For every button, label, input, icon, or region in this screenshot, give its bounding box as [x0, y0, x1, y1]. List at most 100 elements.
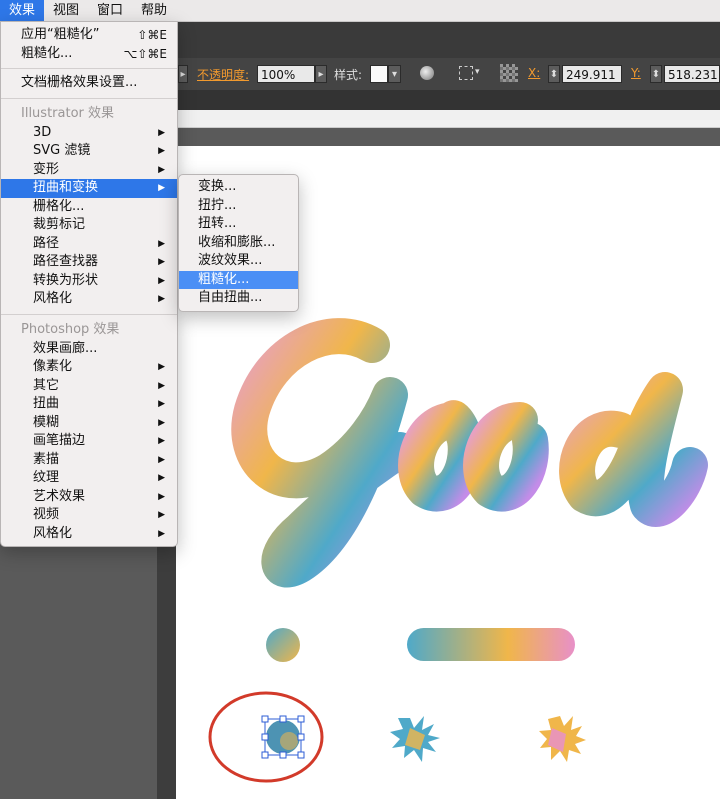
shortcut-label: ⇧⌘E — [137, 28, 167, 42]
distort-submenu-item[interactable]: 波纹效果... — [179, 252, 298, 271]
good-lettering[interactable] — [231, 318, 708, 588]
last-effect-item[interactable]: 粗糙化... ⌥⇧⌘E — [1, 45, 177, 64]
photoshop-effect-item[interactable]: 风格化 ▶ — [1, 525, 177, 544]
submenu-arrow-icon: ▶ — [158, 275, 165, 286]
style-label: 样式: — [334, 68, 363, 82]
x-input[interactable]: 249.911 m — [562, 65, 622, 83]
distort-submenu-item-label: 粗糙化... — [198, 271, 250, 287]
x-stepper[interactable]: ⬍ — [548, 65, 560, 83]
submenu-arrow-icon: ▶ — [158, 417, 165, 428]
distort-submenu-item[interactable]: 自由扭曲... — [179, 289, 298, 308]
style-dropdown-icon[interactable]: ▾ — [388, 65, 401, 83]
distort-submenu-item-label: 变换... — [198, 179, 237, 194]
illustrator-effect-item[interactable]: 3D ▶ — [1, 124, 177, 143]
roughened-shape-selected[interactable] — [261, 715, 305, 759]
distort-submenu-item[interactable]: 扭拧... — [179, 197, 298, 216]
photoshop-effect-item-label: 视频 — [33, 507, 60, 522]
photoshop-effect-item-label: 效果画廊... — [33, 340, 98, 356]
menu-window[interactable]: 窗口 — [88, 0, 132, 22]
opacity-input[interactable]: 100% — [257, 65, 315, 83]
distort-submenu-item[interactable]: 变换... — [179, 178, 298, 197]
distort-submenu-item-label: 收缩和膨胀... — [198, 234, 276, 250]
chevron-down-icon[interactable]: ▾ — [475, 67, 480, 77]
apply-last-effect-item[interactable]: 应用“粗糙化” ⇧⌘E — [1, 26, 177, 45]
submenu-arrow-icon: ▶ — [158, 238, 165, 249]
photoshop-effect-item[interactable]: 视频 ▶ — [1, 506, 177, 525]
letter-o-first — [398, 400, 484, 512]
opacity-label[interactable]: 不透明度: — [197, 66, 249, 83]
photoshop-effect-item[interactable]: 素描 ▶ — [1, 451, 177, 470]
menu-separator — [1, 313, 177, 315]
y-input[interactable]: 518.231 — [664, 65, 720, 83]
photoshop-effects-header: Photoshop 效果 — [21, 321, 120, 337]
photoshop-effect-item[interactable]: 效果画廊... — [1, 340, 177, 359]
illustrator-effect-item-label: 扭曲和变换 — [33, 180, 99, 195]
distort-submenu-item[interactable]: 扭转... — [179, 215, 298, 234]
photoshop-effect-item[interactable]: 画笔描边 ▶ — [1, 432, 177, 451]
submenu-arrow-icon: ▶ — [158, 380, 165, 391]
illustrator-effects-header: Illustrator 效果 — [21, 105, 115, 121]
apply-last-effect-label: 应用“粗糙化” — [21, 27, 100, 42]
distort-submenu-item-label: 波纹效果... — [198, 253, 263, 268]
recolor-artwork-icon[interactable] — [420, 66, 434, 80]
photoshop-effect-item-label: 模糊 — [33, 414, 60, 430]
letter-g — [231, 318, 418, 588]
photoshop-effect-item-label: 其它 — [33, 377, 60, 393]
chevron-right-icon[interactable]: ▸ — [178, 65, 188, 83]
illustrator-effect-item[interactable]: 变形 ▶ — [1, 161, 177, 180]
effect-menu: 应用“粗糙化” ⇧⌘E 粗糙化... ⌥⇧⌘E 文档栅格效果设置... Illust… — [0, 21, 178, 547]
opacity-dropdown-icon[interactable]: ▸ — [315, 65, 327, 83]
graphic-style-swatch[interactable] — [370, 65, 388, 83]
reference-point-icon[interactable] — [500, 64, 518, 82]
distort-submenu-item[interactable]: 收缩和膨胀... — [179, 234, 298, 253]
illustrator-effect-item-label: 栅格化... — [33, 198, 85, 214]
y-stepper[interactable]: ⬍ — [650, 65, 662, 83]
photoshop-effect-item[interactable]: 扭曲 ▶ — [1, 395, 177, 414]
illustrator-effect-item[interactable]: 裁剪标记 — [1, 216, 177, 235]
illustrator-effect-item-label: 裁剪标记 — [33, 217, 86, 232]
illustrator-effect-item-label: 风格化 — [33, 291, 73, 306]
illustrator-effect-item-label: 路径 — [33, 235, 60, 251]
submenu-arrow-icon: ▶ — [158, 146, 165, 156]
illustrator-effect-item[interactable]: SVG 滤镜 ▶ — [1, 142, 177, 161]
photoshop-effect-item[interactable]: 像素化 ▶ — [1, 358, 177, 377]
photoshop-effect-item[interactable]: 其它 ▶ — [1, 377, 177, 396]
submenu-arrow-icon: ▶ — [158, 164, 165, 175]
submenu-arrow-icon: ▶ — [158, 454, 165, 465]
letter-d — [559, 372, 708, 527]
raster-effect-settings-item[interactable]: 文档栅格效果设置... — [1, 74, 177, 93]
gradient-bar[interactable] — [407, 628, 575, 661]
illustrator-effect-item[interactable]: 转换为形状 ▶ — [1, 272, 177, 291]
submenu-arrow-icon: ▶ — [158, 257, 165, 267]
submenu-arrow-icon: ▶ — [158, 399, 165, 409]
illustrator-effect-item-label: 变形 — [33, 161, 60, 177]
menu-view[interactable]: 视图 — [44, 0, 88, 22]
align-selection-icon[interactable] — [459, 66, 473, 80]
distort-submenu-item[interactable]: 粗糙化... — [179, 270, 298, 289]
illustrator-effect-item-label: SVG 滤镜 — [33, 143, 91, 158]
photoshop-effect-item-label: 素描 — [33, 451, 60, 467]
photoshop-effect-item[interactable]: 艺术效果 ▶ — [1, 488, 177, 507]
submenu-arrow-icon: ▶ — [158, 436, 165, 446]
photoshop-effect-item-label: 艺术效果 — [33, 488, 86, 504]
submenu-arrow-icon: ▶ — [158, 362, 165, 372]
submenu-arrow-icon: ▶ — [158, 491, 165, 502]
photoshop-effect-item[interactable]: 模糊 ▶ — [1, 414, 177, 433]
illustrator-effect-item[interactable]: 路径查找器 ▶ — [1, 253, 177, 272]
menu-help[interactable]: 帮助 — [132, 0, 176, 22]
menu-effect[interactable]: 效果 — [0, 0, 45, 22]
submenu-arrow-icon: ▶ — [158, 473, 165, 483]
gradient-dot[interactable] — [266, 628, 300, 662]
illustrator-effect-item[interactable]: 路径 ▶ — [1, 235, 177, 254]
photoshop-effect-item[interactable]: 纹理 ▶ — [1, 469, 177, 488]
x-label: X: — [528, 66, 541, 80]
last-effect-label: 粗糙化... — [21, 45, 73, 61]
illustrator-effect-item-label: 路径查找器 — [33, 254, 99, 269]
photoshop-effect-item-label: 纹理 — [33, 470, 60, 485]
illustrator-effect-item[interactable]: 风格化 ▶ — [1, 290, 177, 309]
photoshop-effect-item-label: 像素化 — [33, 359, 73, 374]
illustrator-effect-item[interactable]: 扭曲和变换 ▶ — [1, 179, 177, 198]
distort-submenu-item-label: 扭转... — [198, 216, 237, 231]
illustrator-effect-item[interactable]: 栅格化... — [1, 198, 177, 217]
menu-bar: 效果 视图 窗口 帮助 — [0, 0, 720, 22]
